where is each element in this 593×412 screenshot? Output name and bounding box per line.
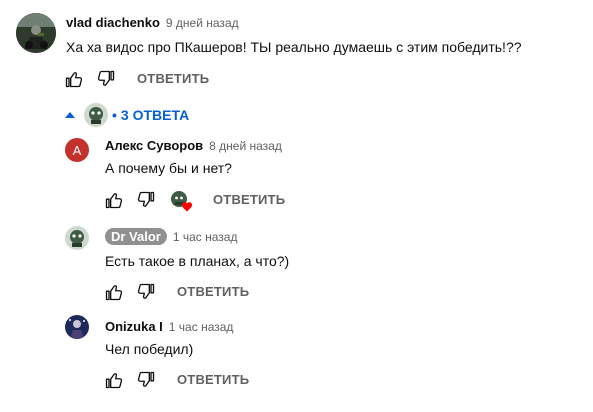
replies-toggle-label[interactable]: 3 ОТВЕТА	[121, 107, 189, 123]
comment-header: vlad diachenko 9 дней назад	[66, 14, 239, 32]
thumb-down-icon	[137, 191, 155, 207]
comment-text: Ха ха видос про ПКашеров! ТЫ реально дум…	[66, 39, 522, 55]
like-button[interactable]	[104, 370, 124, 390]
reply-button[interactable]: ОТВЕТИТЬ	[177, 284, 249, 299]
avatar-letter: А	[72, 142, 82, 158]
replies-toggle-dot: •	[112, 107, 117, 123]
reply-text: Есть такое в планах, а что?)	[105, 253, 290, 269]
thumb-up-icon	[105, 285, 123, 301]
avatar-image	[16, 13, 56, 53]
avatar-image	[65, 315, 89, 339]
avatar-dr-valor[interactable]	[65, 226, 89, 250]
author-chip[interactable]: Dr Valor	[105, 228, 167, 245]
reply-header: Dr Valor 1 час назад	[105, 228, 237, 246]
avatar-image	[65, 226, 89, 250]
thumb-down-icon	[137, 283, 155, 299]
dislike-button[interactable]	[136, 282, 156, 302]
reply-button[interactable]: ОТВЕТИТЬ	[177, 372, 249, 387]
thumb-up-icon	[65, 72, 83, 88]
dislike-button[interactable]	[136, 370, 156, 390]
avatar-vlad-diachenko[interactable]	[16, 13, 56, 53]
comment-author[interactable]: vlad diachenko	[66, 15, 160, 30]
thumb-up-icon	[105, 373, 123, 389]
like-button[interactable]	[104, 282, 124, 302]
reply-time[interactable]: 1 час назад	[169, 320, 234, 334]
reply-button[interactable]: ОТВЕТИТЬ	[213, 192, 285, 207]
comment-time[interactable]: 9 дней назад	[166, 16, 239, 30]
reply-time[interactable]: 1 час назад	[173, 230, 238, 244]
dislike-button[interactable]	[136, 190, 156, 210]
caret-up-icon	[65, 112, 75, 118]
avatar-aleks-suvorov[interactable]: А	[65, 138, 89, 162]
replies-toggle-avatar	[84, 103, 108, 127]
thumb-down-icon	[137, 371, 155, 387]
thumb-down-icon	[97, 70, 115, 86]
reply-button[interactable]: ОТВЕТИТЬ	[137, 71, 209, 86]
thumb-up-icon	[105, 193, 123, 209]
reply-author[interactable]: Onizuka I	[105, 319, 163, 334]
reply-text: А почему бы и нет?	[105, 160, 232, 176]
reply-text: Чел победил)	[105, 341, 194, 357]
like-button[interactable]	[64, 69, 84, 89]
reply-header: Onizuka I 1 час назад	[105, 318, 233, 336]
replies-toggle[interactable]: • 3 ОТВЕТА	[64, 102, 189, 128]
reply-author[interactable]: Алекс Суворов	[105, 138, 203, 153]
like-button[interactable]	[104, 190, 124, 210]
avatar-onizuka[interactable]	[65, 315, 89, 339]
reply-header: Алекс Суворов 8 дней назад	[105, 137, 282, 155]
heart-icon	[182, 202, 192, 212]
creator-heart[interactable]	[170, 190, 194, 214]
reply-time[interactable]: 8 дней назад	[209, 139, 282, 153]
dislike-button[interactable]	[96, 69, 116, 89]
